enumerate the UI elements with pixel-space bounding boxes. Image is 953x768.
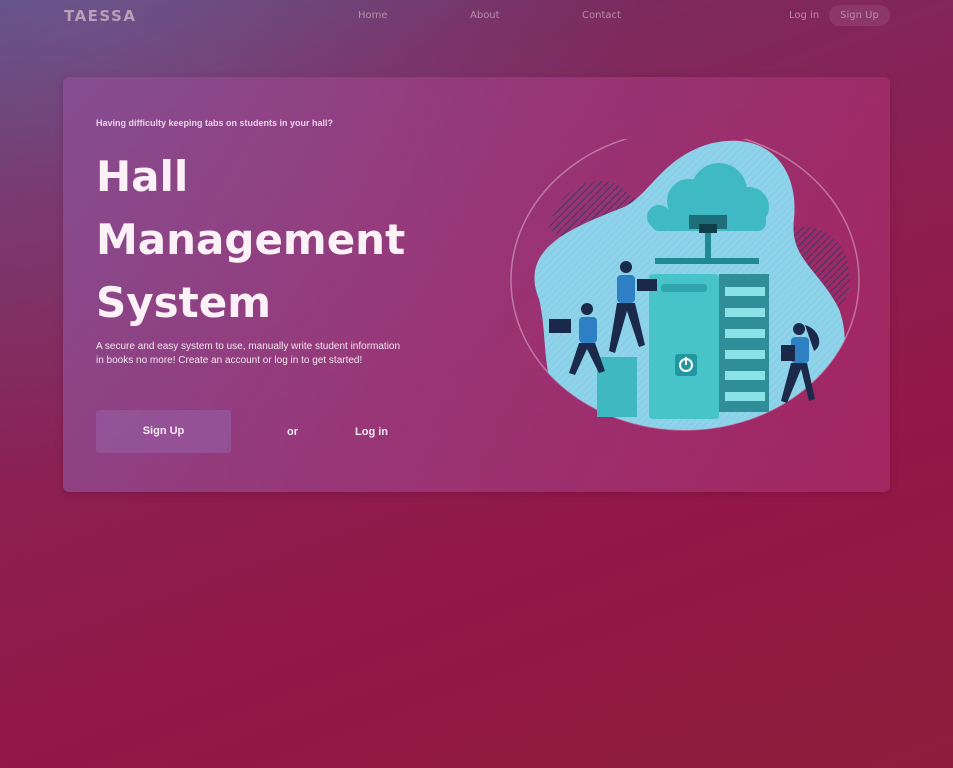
nav-link-contact[interactable]: Contact — [582, 10, 621, 21]
or-separator: or — [287, 426, 298, 438]
title-line-management: Management — [96, 215, 406, 264]
hero-description: A secure and easy system to use, manuall… — [96, 341, 401, 366]
server-illustration — [510, 139, 860, 431]
login-button[interactable]: Log in — [355, 426, 388, 438]
page-title: Hall Management System — [96, 145, 426, 334]
signup-button[interactable]: Sign Up — [96, 410, 231, 453]
hero-card: Having difficulty keeping tabs on studen… — [63, 77, 890, 492]
nav-login-link[interactable]: Log in — [789, 10, 819, 21]
nav-link-about[interactable]: About — [470, 10, 500, 21]
nav-link-home[interactable]: Home — [358, 10, 388, 21]
title-line-hall: Hall — [96, 152, 189, 201]
hero-tagline: Having difficulty keeping tabs on studen… — [96, 118, 334, 128]
title-line-system: System — [96, 278, 271, 327]
nav-signup-button[interactable]: Sign Up — [829, 5, 890, 26]
top-navbar: TAESSA Home About Contact Log in Sign Up — [0, 0, 953, 32]
brand-logo[interactable]: TAESSA — [64, 7, 136, 25]
